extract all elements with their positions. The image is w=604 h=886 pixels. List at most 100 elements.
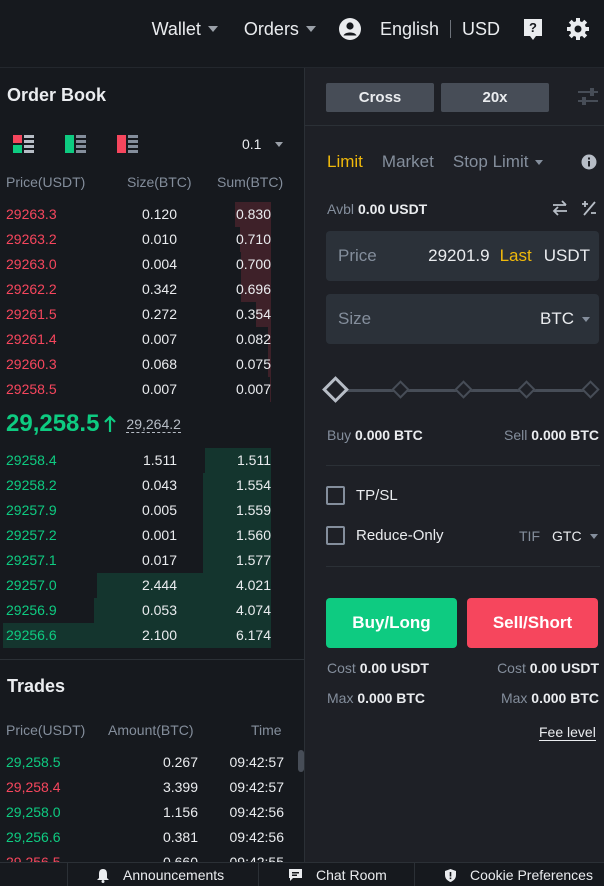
sell-cost-value: 0.00 USDT (529, 660, 599, 676)
trades-title: Trades (7, 676, 66, 696)
wallet-label: Wallet (151, 18, 201, 39)
tif-label: TIF (519, 528, 540, 544)
settings-button[interactable] (566, 17, 590, 41)
shield-icon (445, 868, 456, 882)
order-size: 0.001 (141, 527, 177, 543)
bid-row[interactable]: 29257.1 0.017 1.577 (0, 548, 290, 573)
bid-row[interactable]: 29256.6 2.100 6.174 (0, 623, 290, 648)
sell-short-button[interactable]: Sell/Short (467, 598, 598, 648)
language-currency-selector[interactable]: English USD (380, 19, 500, 40)
divider (326, 465, 600, 466)
ask-row[interactable]: 29263.0 0.004 0.700 (0, 252, 290, 277)
bid-row[interactable]: 29258.2 0.043 1.554 (0, 473, 290, 498)
section-divider (0, 659, 304, 660)
trade-time-header: Time (251, 722, 282, 738)
slider-step-50[interactable] (454, 380, 473, 399)
last-price-row: 29,258.5 29,264.2 (6, 410, 181, 438)
view-both-button[interactable] (12, 134, 36, 154)
ask-row[interactable]: 29263.2 0.010 0.710 (0, 227, 290, 252)
last-price-button[interactable]: Last (500, 246, 532, 266)
bid-row[interactable]: 29258.4 1.511 1.511 (0, 448, 290, 473)
reduce-only-checkbox[interactable]: Reduce-Only (326, 526, 444, 545)
order-book-view-toggles (12, 134, 140, 154)
book-both-icon (13, 135, 34, 153)
order-sum: 1.577 (235, 552, 271, 568)
ask-row[interactable]: 29261.5 0.272 0.354 (0, 302, 290, 327)
size-unit-select[interactable]: BTC (540, 309, 590, 329)
fee-level-link[interactable]: Fee level (539, 724, 596, 741)
trade-price-header: Price(USDT) (6, 722, 86, 738)
sum-column-header: Sum(BTC) (217, 174, 284, 190)
avbl-label: Avbl (327, 201, 354, 217)
divider (258, 863, 259, 886)
slider-handle[interactable] (322, 376, 349, 403)
view-asks-button[interactable] (116, 134, 140, 154)
chevron-down-icon (275, 141, 284, 147)
slider-step-75[interactable] (517, 380, 536, 399)
sell-max-value: 0.000 BTC (531, 690, 599, 706)
trade-time: 09:42:57 (229, 754, 285, 770)
calculator-icon[interactable] (581, 199, 597, 217)
size-input[interactable]: Size BTC (326, 294, 599, 344)
help-button[interactable]: ? (522, 17, 544, 41)
tab-stop-limit[interactable]: Stop Limit (453, 152, 529, 172)
price-input[interactable]: Price 29201.9 Last USDT (326, 231, 599, 281)
view-bids-button[interactable] (64, 134, 88, 154)
ask-row[interactable]: 29258.5 0.007 0.007 (0, 377, 290, 402)
announcements-label: Announcements (123, 867, 225, 883)
trade-price: 29,258.0 (6, 804, 61, 820)
order-sum: 0.007 (235, 381, 271, 397)
chevron-down-icon[interactable] (535, 159, 544, 165)
divider (67, 863, 68, 886)
order-price: 29261.4 (6, 331, 57, 347)
ask-row[interactable]: 29261.4 0.007 0.082 (0, 327, 290, 352)
precision-value: 0.1 (242, 136, 262, 152)
price-input-value-group: 29201.9 Last USDT (428, 246, 590, 266)
margin-mode-button[interactable]: Cross (326, 83, 434, 112)
ask-row[interactable]: 29263.3 0.120 0.830 (0, 202, 290, 227)
leverage-button[interactable]: 20x (441, 83, 549, 112)
tpsl-checkbox[interactable]: TP/SL (326, 486, 398, 505)
order-size: 0.272 (141, 306, 177, 322)
bid-row[interactable]: 29257.9 0.005 1.559 (0, 498, 290, 523)
tif-select[interactable]: TIF GTC (519, 528, 598, 544)
wallet-menu[interactable]: Wallet (152, 19, 218, 40)
cookie-preferences-button[interactable]: Cookie Preferences (444, 867, 593, 883)
language-label: English (379, 18, 439, 39)
tab-market[interactable]: Market (382, 152, 434, 172)
order-price: 29257.2 (6, 527, 57, 543)
slider-step-100[interactable] (581, 380, 600, 399)
bid-row[interactable]: 29256.9 0.053 4.074 (0, 598, 290, 623)
info-icon[interactable] (581, 154, 597, 170)
account-button[interactable] (338, 17, 362, 41)
ask-row[interactable]: 29260.3 0.068 0.075 (0, 352, 290, 377)
orders-menu[interactable]: Orders (244, 19, 316, 40)
mark-price[interactable]: 29,264.2 (126, 416, 181, 433)
size-slider[interactable] (322, 376, 600, 403)
price-unit: USDT (543, 246, 590, 265)
ask-row[interactable]: 29262.2 0.342 0.696 (0, 277, 290, 302)
size-unit: BTC (540, 309, 574, 328)
trade-time: 09:42:56 (229, 804, 285, 820)
transfer-icon[interactable] (551, 199, 569, 217)
chat-icon (289, 869, 302, 881)
order-size: 0.007 (141, 331, 177, 347)
bid-row[interactable]: 29257.0 2.444 4.021 (0, 573, 290, 598)
tab-limit[interactable]: Limit (327, 152, 363, 172)
buy-cost-value: 0.00 USDT (359, 660, 429, 676)
buy-long-button[interactable]: Buy/Long (326, 598, 457, 648)
order-size: 0.005 (141, 502, 177, 518)
order-sum: 0.710 (235, 231, 271, 247)
precision-select[interactable]: 0.1 (242, 136, 284, 152)
chat-room-button[interactable]: Chat Room (288, 867, 387, 883)
slider-step-25[interactable] (391, 380, 410, 399)
announcements-button[interactable]: Announcements (96, 867, 224, 883)
sliders-icon[interactable] (577, 87, 599, 107)
arrow-up-icon (104, 415, 117, 432)
book-asks-icon (117, 135, 138, 153)
available-balance: Avbl 0.00 USDT (327, 201, 427, 217)
order-size: 0.004 (141, 256, 177, 272)
cookie-preferences-label: Cookie Preferences (470, 867, 593, 883)
bid-row[interactable]: 29257.2 0.001 1.560 (0, 523, 290, 548)
trade-amount-header: Amount(BTC) (108, 722, 194, 738)
